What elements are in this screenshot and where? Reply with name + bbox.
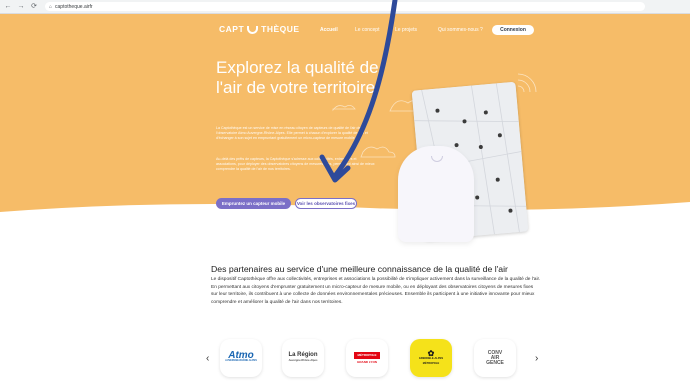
partner-logo-region[interactable]: La Région Auvergne-Rhône-Alpes [282,339,324,377]
nav-item-projets[interactable]: Le projets [395,27,417,33]
logo-text-left: CAPT [219,24,245,34]
carousel-next-icon[interactable]: › [535,354,538,364]
lock-icon: ⌂ [49,3,53,10]
hero-paragraph-2: Au-delà des prêts de capteurs, la Captot… [216,157,375,172]
lyon-logo-text: MÉTROPOLE [354,351,380,359]
logo-text-right: THÈQUE [261,24,300,34]
fixed-observatories-button[interactable]: Voir les observatoires fixes [295,198,357,209]
nav-item-concept[interactable]: Le concept [355,27,379,33]
url-text: captotheque.airfr [55,3,93,10]
forward-icon[interactable]: → [16,2,26,12]
lyon-logo-sub: GRAND LYON [357,359,377,364]
wifi-icon [517,73,537,93]
partner-logo-atmo[interactable]: Atmo AUVERGNE-RHÔNE-ALPES [220,339,262,377]
partner-logo-grenoble[interactable]: ✿ GRENOBLE-ALPES MÉTROPOLE [410,339,452,377]
back-icon[interactable]: ← [3,2,13,12]
nav-item-qui-sommes-nous[interactable]: Qui sommes-nous ? [438,27,483,33]
convairgence-logo-text: CONV AIR GENCE [486,349,504,366]
connexion-button[interactable]: Connexion [492,25,534,35]
partner-logo-convairgence[interactable]: CONV AIR GENCE [474,339,516,377]
site-logo[interactable]: CAPT THÈQUE [219,24,300,34]
partner-logo-metropole-lyon[interactable]: MÉTROPOLE GRAND LYON [346,339,388,377]
partners-title: Des partenaires au service d'une meilleu… [211,264,508,274]
carousel-prev-icon[interactable]: ‹ [206,354,209,364]
reload-icon[interactable]: ⟳ [29,2,39,12]
hero-paragraph-1: La Captothèque est un service de mise en… [216,126,368,141]
logo-cup-icon [247,26,259,34]
partners-description: Le dispositif Captothèque offre aux coll… [211,277,541,305]
hero-title: Explorez la qualité de l'air de votre te… [216,58,379,97]
atmo-logo-sub: AUVERGNE-RHÔNE-ALPES [225,359,257,362]
borrow-sensor-button[interactable]: Empruntez un capteur mobile [216,198,291,209]
nav-item-accueil[interactable]: Accueil [320,27,338,33]
grenoble-logo-sub: MÉTROPOLE [422,361,440,365]
browser-toolbar: ← → ⟳ ⌂ captotheque.airfr [0,0,690,14]
address-bar[interactable]: ⌂ captotheque.airfr [45,2,645,11]
region-logo-sub: Auvergne-Rhône-Alpes [288,359,318,362]
page: ← → ⟳ ⌂ captotheque.airfr CAPT THÈQUE Ac… [0,0,690,383]
